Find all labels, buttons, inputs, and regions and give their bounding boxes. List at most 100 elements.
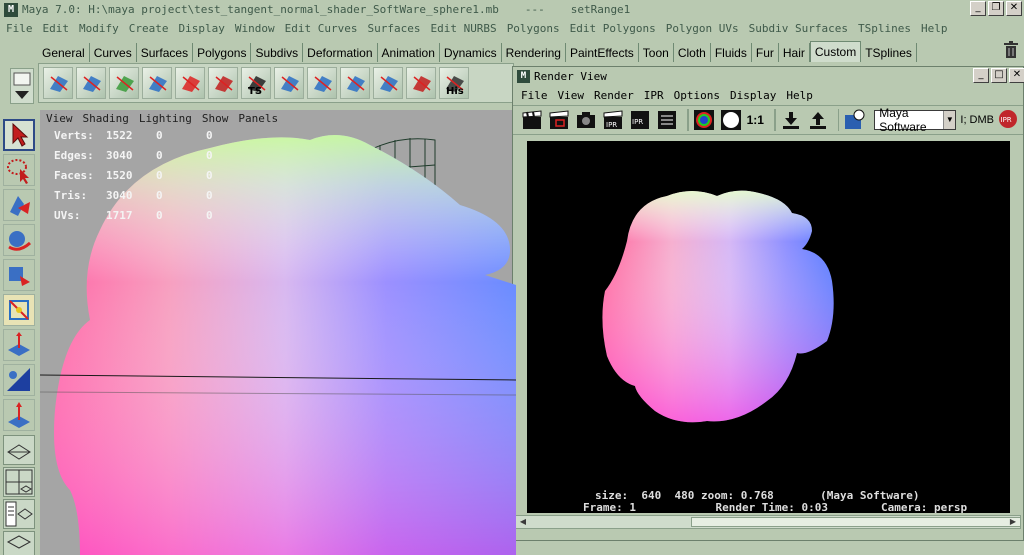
remove-image-icon[interactable] bbox=[807, 109, 829, 131]
restore-button[interactable]: ❐ bbox=[988, 1, 1004, 16]
keep-image-icon[interactable] bbox=[780, 109, 802, 131]
single-perspective-layout-icon[interactable] bbox=[3, 435, 35, 465]
menu-item-polygons[interactable]: Polygons bbox=[507, 22, 560, 35]
scale-tool-icon[interactable] bbox=[3, 294, 35, 326]
poly-cone-icon[interactable] bbox=[142, 67, 172, 99]
render-view-menu-help[interactable]: Help bbox=[786, 89, 813, 102]
ts-icon[interactable]: TS bbox=[241, 67, 271, 99]
perspective-viewport[interactable]: View Shading Lighting Show Panels Verts: 1522… bbox=[40, 110, 516, 555]
scroll-left-icon[interactable]: ◀ bbox=[517, 516, 529, 528]
menu-item-tsplines[interactable]: TSplines bbox=[858, 22, 911, 35]
render-view-horizontal-scrollbar[interactable]: ◀ ▶ bbox=[515, 515, 1021, 529]
tab-cloth[interactable]: Cloth bbox=[673, 43, 711, 62]
render-canvas[interactable]: size: 640 480 zoom: 0.768 (Maya Software… bbox=[527, 141, 1010, 513]
history-icon[interactable]: His bbox=[439, 67, 469, 99]
viewport-menu-panels[interactable]: Panels bbox=[238, 112, 278, 125]
hud-b: 0 bbox=[206, 149, 213, 162]
ipr-refresh-icon[interactable]: IPR bbox=[629, 109, 651, 131]
lasso-tool-icon[interactable] bbox=[3, 154, 35, 186]
tab-tsplines[interactable]: TSplines bbox=[861, 43, 917, 62]
render-view-menu-view[interactable]: View bbox=[558, 89, 585, 102]
outliner-persp-layout-icon[interactable] bbox=[3, 499, 35, 529]
shelf-menu-button[interactable] bbox=[10, 68, 34, 104]
rotate-tool-icon[interactable] bbox=[3, 259, 35, 291]
tab-dynamics[interactable]: Dynamics bbox=[439, 43, 502, 62]
menu-item-edit-polygons[interactable]: Edit Polygons bbox=[570, 22, 656, 35]
tab-hair[interactable]: Hair bbox=[778, 43, 810, 62]
plane-arrow-icon[interactable] bbox=[340, 67, 370, 99]
tab-polygons[interactable]: Polygons bbox=[193, 43, 252, 62]
soft-mod-tool-icon[interactable] bbox=[3, 364, 35, 396]
poly-extrude-icon[interactable] bbox=[109, 67, 139, 99]
render-view-maximize-button[interactable]: □ bbox=[991, 68, 1007, 83]
menu-item-display[interactable]: Display bbox=[179, 22, 225, 35]
real-size-button[interactable]: 1:1 bbox=[747, 113, 764, 127]
close-button[interactable]: ✕ bbox=[1006, 1, 1022, 16]
show-manipulator-tool-icon[interactable] bbox=[3, 399, 35, 431]
menu-item-edit-curves[interactable]: Edit Curves bbox=[285, 22, 358, 35]
curve-icon[interactable] bbox=[307, 67, 337, 99]
persp-graph-layout-icon[interactable] bbox=[3, 531, 35, 555]
minimize-button[interactable]: _ bbox=[970, 1, 986, 16]
subdiv-curve-icon[interactable] bbox=[208, 67, 238, 99]
menu-item-window[interactable]: Window bbox=[235, 22, 275, 35]
menu-item-surfaces[interactable]: Surfaces bbox=[367, 22, 420, 35]
alpha-channel-icon[interactable] bbox=[720, 109, 742, 131]
menu-item-create[interactable]: Create bbox=[129, 22, 169, 35]
tab-general[interactable]: General bbox=[38, 43, 90, 62]
viewport-menu-view[interactable]: View bbox=[46, 112, 73, 125]
bend-icon[interactable] bbox=[373, 67, 403, 99]
snapshot-camera-icon[interactable] bbox=[575, 109, 597, 131]
viewport-menu-show[interactable]: Show bbox=[202, 112, 229, 125]
tab-rendering[interactable]: Rendering bbox=[501, 43, 566, 62]
menu-item-polygon-uvs[interactable]: Polygon UVs bbox=[666, 22, 739, 35]
render-view-minimize-button[interactable]: _ bbox=[973, 68, 989, 83]
trash-icon[interactable] bbox=[1003, 41, 1019, 59]
tab-subdivs[interactable]: Subdivs bbox=[251, 43, 304, 62]
loft-icon[interactable] bbox=[274, 67, 304, 99]
render-settings-icon[interactable] bbox=[656, 109, 678, 131]
move-tool-icon[interactable] bbox=[3, 224, 35, 256]
four-view-layout-icon[interactable] bbox=[3, 467, 35, 497]
nurbs-surface-icon[interactable] bbox=[76, 67, 106, 99]
hud-row: Verts: 1522 0 0 bbox=[54, 129, 236, 149]
ipr-render-icon[interactable]: IPR bbox=[602, 109, 624, 131]
render-view-menu-file[interactable]: File bbox=[521, 89, 548, 102]
render-view-menu-display[interactable]: Display bbox=[730, 89, 776, 102]
paint-select-tool-icon[interactable] bbox=[3, 189, 35, 221]
menu-item-edit[interactable]: Edit bbox=[43, 22, 70, 35]
rgb-channel-icon[interactable] bbox=[693, 109, 715, 131]
tab-deformation[interactable]: Deformation bbox=[303, 43, 378, 62]
viewport-menu-shading[interactable]: Shading bbox=[83, 112, 129, 125]
tab-custom[interactable]: Custom bbox=[809, 41, 862, 62]
display-settings-icon[interactable] bbox=[843, 109, 865, 131]
ipr-stop-icon[interactable]: IPR bbox=[998, 109, 1018, 131]
tab-painteffects[interactable]: PaintEffects bbox=[565, 43, 639, 62]
render-region-icon[interactable] bbox=[548, 109, 570, 131]
graph-icon[interactable] bbox=[406, 67, 436, 99]
viewport-menu-lighting[interactable]: Lighting bbox=[139, 112, 192, 125]
render-view-menu-options[interactable]: Options bbox=[674, 89, 720, 102]
tab-curves[interactable]: Curves bbox=[89, 43, 137, 62]
render-view-menu-render[interactable]: Render bbox=[594, 89, 634, 102]
scroll-right-icon[interactable]: ▶ bbox=[1007, 516, 1019, 528]
render-clapboard-icon[interactable] bbox=[521, 109, 543, 131]
tab-fluids[interactable]: Fluids bbox=[710, 43, 752, 62]
menu-item-subdiv-surfaces[interactable]: Subdiv Surfaces bbox=[749, 22, 848, 35]
select-tool-icon[interactable] bbox=[3, 119, 35, 151]
scrollbar-thumb[interactable] bbox=[691, 517, 1021, 527]
tab-animation[interactable]: Animation bbox=[377, 43, 440, 62]
tab-surfaces[interactable]: Surfaces bbox=[136, 43, 194, 62]
tab-toon[interactable]: Toon bbox=[638, 43, 674, 62]
manipulator-tool-icon[interactable] bbox=[3, 329, 35, 361]
renderer-dropdown[interactable]: Maya Software ▼ bbox=[874, 106, 957, 134]
menu-item-help[interactable]: Help bbox=[921, 22, 948, 35]
split-poly-icon[interactable] bbox=[175, 67, 205, 99]
menu-item-modify[interactable]: Modify bbox=[79, 22, 119, 35]
tab-fur[interactable]: Fur bbox=[751, 43, 779, 62]
menu-item-edit-nurbs[interactable]: Edit NURBS bbox=[430, 22, 496, 35]
render-view-menu-ipr[interactable]: IPR bbox=[644, 89, 664, 102]
menu-item-file[interactable]: File bbox=[6, 22, 33, 35]
render-view-close-button[interactable]: ✕ bbox=[1009, 68, 1024, 83]
nurbs-plane-icon[interactable] bbox=[43, 67, 73, 99]
